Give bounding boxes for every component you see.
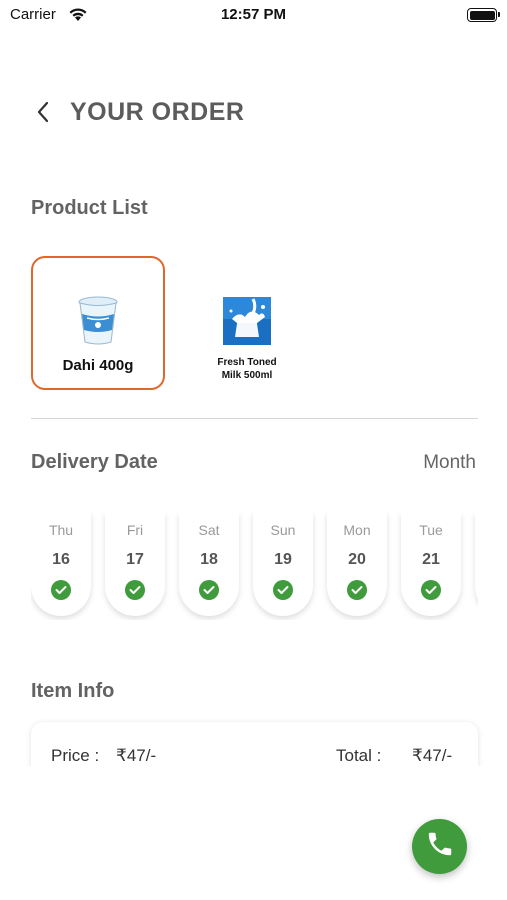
check-icon (199, 580, 219, 600)
product-name: Dahi 400g (62, 357, 134, 374)
product-card-milk[interactable]: Fresh Toned Milk 500ml (180, 256, 314, 390)
date-chip[interactable]: Sat 18 (179, 512, 239, 616)
month-view-link[interactable]: Month (423, 452, 476, 474)
check-icon (347, 580, 367, 600)
chevron-left-icon[interactable] (36, 101, 58, 123)
date-chip[interactable]: Tue 21 (401, 512, 461, 616)
date-chip[interactable]: Thu 16 (31, 512, 91, 616)
day-number: 18 (200, 551, 218, 568)
day-label: Tue (419, 522, 443, 538)
check-icon (273, 580, 293, 600)
day-number: 19 (274, 551, 292, 568)
product-name: Fresh Toned Milk 500ml (217, 357, 277, 381)
page-header: YOUR ORDER (36, 92, 244, 132)
date-chip[interactable]: Fri 17 (105, 512, 165, 616)
total-value: ₹47/- (412, 746, 453, 765)
date-chip[interactable]: Sun 19 (253, 512, 313, 616)
day-number: 20 (348, 551, 366, 568)
delivery-date-heading: Delivery Date (31, 451, 158, 473)
date-chip-partial[interactable] (475, 512, 478, 616)
check-icon (421, 580, 441, 600)
product-list-heading: Product List (31, 197, 148, 219)
check-icon (51, 580, 71, 600)
day-number: 16 (52, 551, 70, 568)
price-label: Price : (51, 746, 100, 765)
check-icon (125, 580, 145, 600)
status-time: 12:57 PM (220, 6, 287, 23)
section-divider (31, 418, 478, 419)
product-card-dahi[interactable]: Dahi 400g (31, 256, 165, 390)
day-number: 21 (422, 551, 440, 568)
day-label: Sat (198, 522, 220, 538)
price-value: ₹47/- (116, 746, 157, 765)
day-label: Fri (126, 522, 144, 538)
yogurt-cup-icon (77, 296, 119, 351)
page-title: YOUR ORDER (70, 97, 245, 126)
call-button[interactable] (412, 819, 467, 874)
day-label: Sun (270, 522, 296, 538)
item-info-heading: Item Info (31, 680, 115, 702)
day-number: 17 (126, 551, 144, 568)
date-strip[interactable]: Thu 16 Fri 17 Sat 18 Sun 19 Mon 20 Tue 2… (31, 512, 478, 620)
date-chip[interactable]: Mon 20 (327, 512, 387, 616)
total-label: Total : (336, 746, 382, 765)
status-bar: Carrier 12:57 PM (0, 0, 507, 32)
battery-icon (467, 8, 500, 22)
day-label: Mon (343, 522, 371, 538)
phone-icon (425, 829, 455, 864)
day-label: Thu (48, 522, 74, 538)
milk-splash-icon (223, 297, 271, 350)
